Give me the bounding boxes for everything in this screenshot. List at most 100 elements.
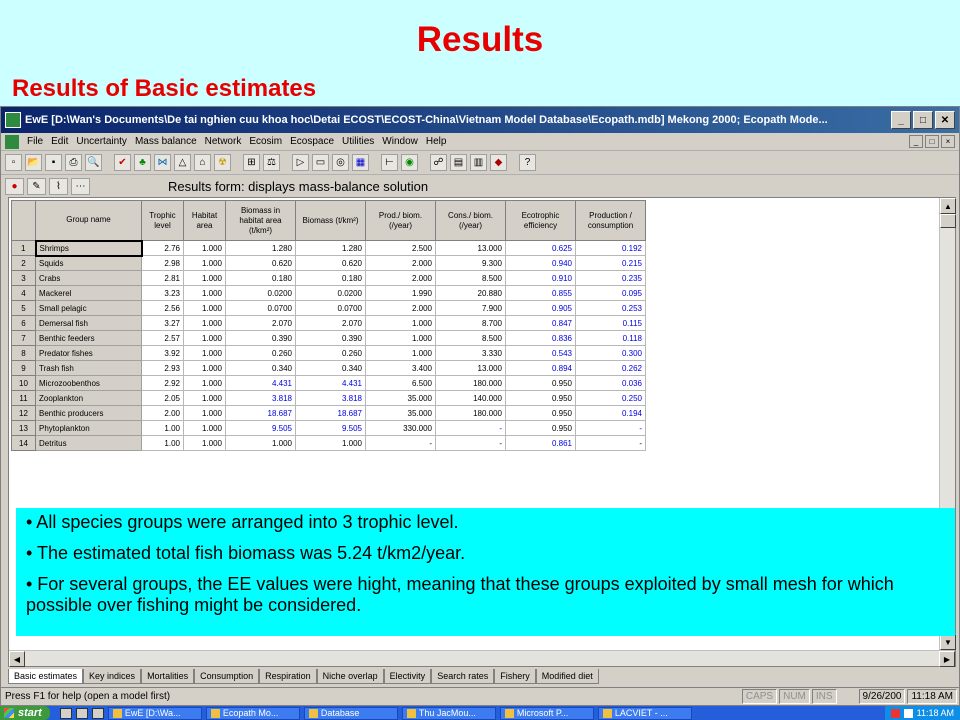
tab-fishery[interactable]: Fishery <box>494 669 536 684</box>
fish-icon[interactable]: ⋈ <box>154 154 171 171</box>
biomass-cell[interactable]: 0.390 <box>295 330 366 346</box>
find-icon[interactable]: 🔍 <box>85 154 102 171</box>
habitat-area-cell[interactable]: 1.000 <box>183 375 226 391</box>
menu-file[interactable]: File <box>23 136 47 147</box>
ecotrophic-efficiency-cell[interactable]: 0.950 <box>505 405 576 421</box>
biomass-cell[interactable]: 3.818 <box>295 390 366 406</box>
menu-ecospace[interactable]: Ecospace <box>286 136 338 147</box>
quicklaunch-excel-icon[interactable] <box>91 707 104 719</box>
ecotrophic-efficiency-cell[interactable]: 0.847 <box>505 315 576 331</box>
prod-biom-cell[interactable]: 1.000 <box>365 315 436 331</box>
table-row[interactable]: 2 Squids 2.98 1.000 0.620 0.620 2.000 9.… <box>11 255 646 271</box>
prod-cons-cell[interactable]: 0.253 <box>575 300 646 316</box>
ecotrophic-efficiency-cell[interactable]: 0.543 <box>505 345 576 361</box>
quicklaunch-powerpoint-icon[interactable] <box>59 707 72 719</box>
menu-ecosim[interactable]: Ecosim <box>245 136 286 147</box>
tab-niche-overlap[interactable]: Niche overlap <box>316 669 384 684</box>
cons-biom-cell[interactable]: 180.000 <box>435 405 506 421</box>
color-icon[interactable]: ◆ <box>490 154 507 171</box>
book-icon[interactable]: ▥ <box>470 154 487 171</box>
group-name-cell[interactable]: Detritus <box>35 435 142 451</box>
trophic-level-cell[interactable]: 2.92 <box>141 375 184 391</box>
open-folder-icon[interactable]: 📂 <box>25 154 42 171</box>
hazard-icon[interactable]: ☢ <box>214 154 231 171</box>
prod-biom-cell[interactable]: 6.500 <box>365 375 436 391</box>
biomass-habitat-cell[interactable]: 0.260 <box>225 345 296 361</box>
taskbar-item-database[interactable]: Database <box>303 706 398 720</box>
tab-modified-diet[interactable]: Modified diet <box>535 669 599 684</box>
biomass-habitat-cell[interactable]: 0.390 <box>225 330 296 346</box>
column-header[interactable]: Biomass in habitat area (t/km²) <box>225 200 296 241</box>
trophic-level-cell[interactable]: 3.27 <box>141 315 184 331</box>
biomass-cell[interactable]: 0.0700 <box>295 300 366 316</box>
table-row[interactable]: 14 Detritus 1.00 1.000 1.000 1.000 - - 0… <box>11 435 646 451</box>
cons-biom-cell[interactable]: 13.000 <box>435 360 506 376</box>
prod-biom-cell[interactable]: 35.000 <box>365 405 436 421</box>
taskbar-item-powerpoint[interactable]: Microsoft P... <box>499 706 594 720</box>
prod-biom-cell[interactable]: 3.400 <box>365 360 436 376</box>
minimize-button[interactable]: _ <box>891 111 911 129</box>
ecotrophic-efficiency-cell[interactable]: 0.905 <box>505 300 576 316</box>
biomass-cell[interactable]: 9.505 <box>295 420 366 436</box>
tray-keyboard-icon[interactable] <box>903 708 913 718</box>
scroll-down-icon[interactable]: ▼ <box>940 634 956 650</box>
taskbar-item-thu[interactable]: Thu JacMou... <box>401 706 496 720</box>
ecotrophic-efficiency-cell[interactable]: 0.940 <box>505 255 576 271</box>
ecotrophic-efficiency-cell[interactable]: 0.950 <box>505 375 576 391</box>
biomass-habitat-cell[interactable]: 1.000 <box>225 435 296 451</box>
ecotrophic-efficiency-cell[interactable]: 0.950 <box>505 420 576 436</box>
group-name-cell[interactable]: Benthic producers <box>35 405 142 421</box>
table-row[interactable]: 5 Small pelagic 2.56 1.000 0.0700 0.0700… <box>11 300 646 316</box>
trophic-level-cell[interactable]: 2.81 <box>141 270 184 286</box>
group-name-cell[interactable]: Crabs <box>35 270 142 286</box>
menu-uncertainty[interactable]: Uncertainty <box>72 136 131 147</box>
cons-biom-cell[interactable]: 7.900 <box>435 300 506 316</box>
scroll-thumb[interactable] <box>940 214 956 228</box>
taskbar-item-lacviet[interactable]: LACVIET - ... <box>597 706 692 720</box>
tab-key-indices[interactable]: Key indices <box>83 669 142 684</box>
habitat-area-cell[interactable]: 1.000 <box>183 405 226 421</box>
group-name-cell[interactable]: Trash fish <box>35 360 142 376</box>
tab-basic-estimates[interactable]: Basic estimates <box>8 669 84 684</box>
close-button[interactable]: ✕ <box>935 111 955 129</box>
biomass-cell[interactable]: 0.260 <box>295 345 366 361</box>
trophic-level-cell[interactable]: 3.23 <box>141 285 184 301</box>
biomass-habitat-cell[interactable]: 0.340 <box>225 360 296 376</box>
trophic-level-cell[interactable]: 2.98 <box>141 255 184 271</box>
prod-biom-cell[interactable]: 1.000 <box>365 330 436 346</box>
table-row[interactable]: 10 Microzoobenthos 2.92 1.000 4.431 4.43… <box>11 375 646 391</box>
cons-biom-cell[interactable]: 140.000 <box>435 390 506 406</box>
prod-cons-cell[interactable]: 0.215 <box>575 255 646 271</box>
graph-icon[interactable]: ⌇ <box>49 177 68 195</box>
biomass-cell[interactable]: 1.000 <box>295 435 366 451</box>
start-button[interactable]: start <box>0 706 50 720</box>
habitat-area-cell[interactable]: 1.000 <box>183 300 226 316</box>
stop-icon[interactable]: ● <box>5 177 24 195</box>
trophic-level-cell[interactable]: 2.05 <box>141 390 184 406</box>
column-header[interactable]: Ecotrophic efficiency <box>505 200 576 241</box>
table-row[interactable]: 4 Mackerel 3.23 1.000 0.0200 0.0200 1.99… <box>11 285 646 301</box>
group-name-cell[interactable]: Small pelagic <box>35 300 142 316</box>
habitat-area-cell[interactable]: 1.000 <box>183 420 226 436</box>
prod-cons-cell[interactable]: 0.115 <box>575 315 646 331</box>
scroll-up-icon[interactable]: ▲ <box>940 198 956 214</box>
print-icon[interactable]: ⎙ <box>65 154 82 171</box>
prod-cons-cell[interactable]: - <box>575 420 646 436</box>
plant-icon[interactable]: ♣ <box>134 154 151 171</box>
trophic-level-cell[interactable]: 2.00 <box>141 405 184 421</box>
group-name-cell[interactable]: Shrimps <box>34 239 143 257</box>
maximize-button[interactable]: □ <box>913 111 933 129</box>
biomass-cell[interactable]: 18.687 <box>295 405 366 421</box>
menu-utilities[interactable]: Utilities <box>338 136 378 147</box>
cons-biom-cell[interactable]: 8.500 <box>435 270 506 286</box>
taskbar-item-ecopath[interactable]: Ecopath Mo... <box>205 706 300 720</box>
menu-edit[interactable]: Edit <box>47 136 72 147</box>
cons-biom-cell[interactable]: - <box>435 435 506 451</box>
prod-biom-cell[interactable]: 1.990 <box>365 285 436 301</box>
habitat-area-cell[interactable]: 1.000 <box>183 255 226 271</box>
tab-search-rates[interactable]: Search rates <box>431 669 495 684</box>
menu-window[interactable]: Window <box>378 136 422 147</box>
flask-icon[interactable]: ⌂ <box>194 154 211 171</box>
biomass-habitat-cell[interactable]: 2.070 <box>225 315 296 331</box>
save-icon[interactable]: ▪ <box>45 154 62 171</box>
